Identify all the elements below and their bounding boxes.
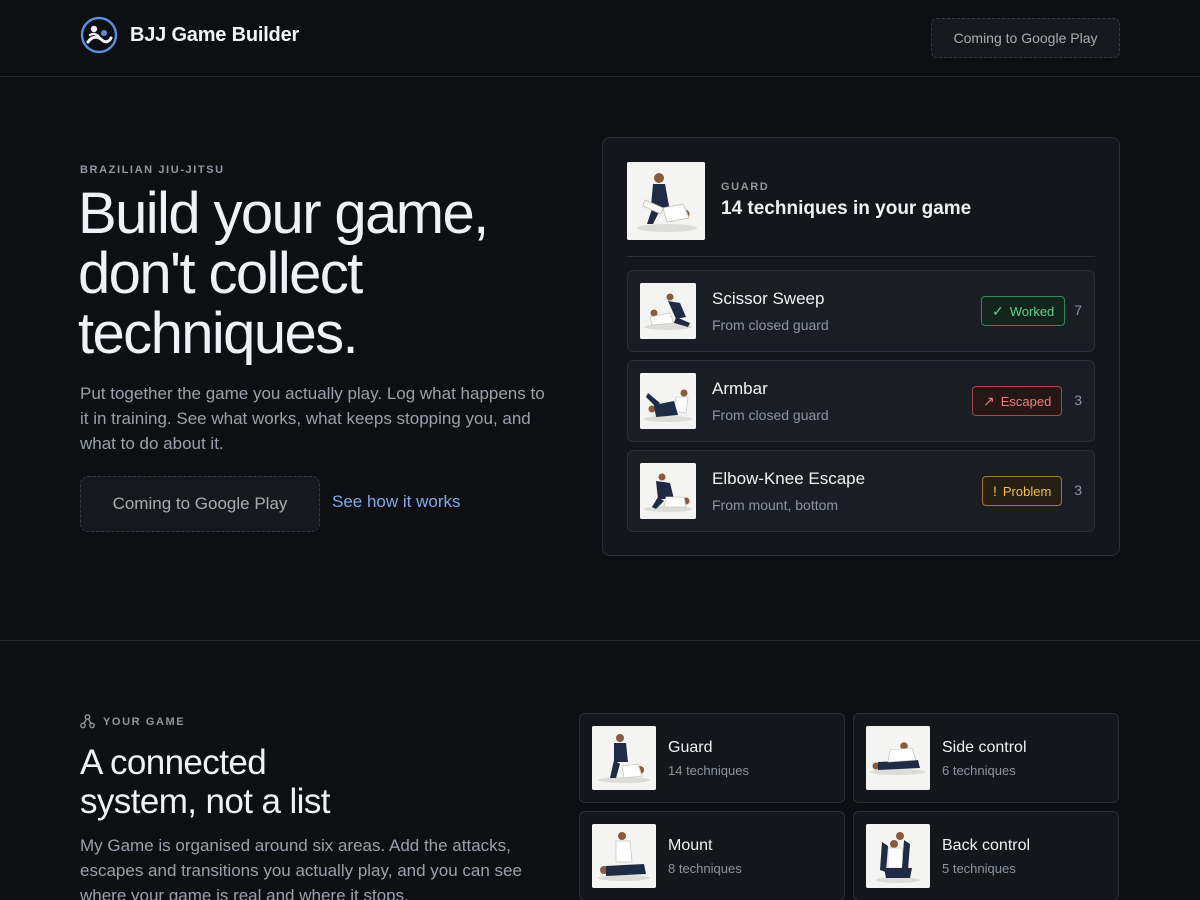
technique-name: Elbow-Knee Escape — [712, 469, 866, 488]
area-photo — [592, 726, 656, 790]
header-play-store-button[interactable]: Coming to Google Play — [931, 18, 1120, 58]
hero-title-line: techniques. — [78, 301, 359, 366]
technique-row[interactable]: Elbow-Knee Escape From mount, bottom ! P… — [627, 450, 1095, 532]
area-photo — [866, 726, 930, 790]
technique-photo — [640, 283, 696, 339]
status-badge-worked: ✓ Worked — [981, 296, 1066, 326]
area-count: 6 techniques — [942, 763, 1016, 778]
area-photo — [592, 824, 656, 888]
hero-eyebrow: BRAZILIAN JIU-JITSU — [80, 164, 225, 176]
how-it-works-link[interactable]: See how it works — [332, 492, 461, 512]
technique-count: 3 — [1074, 392, 1082, 408]
escape-arrow-icon: ↗ — [983, 392, 995, 409]
area-card-guard[interactable]: Guard 14 techniques — [579, 713, 845, 803]
top-nav: BJJ Game Builder Coming to Google Play — [0, 0, 1200, 77]
area-name: Back control — [942, 837, 1031, 854]
section-divider — [0, 640, 1200, 641]
technique-position: From closed guard — [712, 317, 829, 333]
connected-nodes-icon — [80, 714, 95, 729]
technique-count: 7 — [1074, 302, 1082, 318]
your-game-eyebrow: YOUR GAME — [103, 716, 186, 728]
area-count: 5 techniques — [942, 861, 1016, 876]
guard-photo — [627, 162, 705, 240]
status-badge-escaped: ↗ Escaped — [972, 386, 1063, 416]
technique-row[interactable]: Scissor Sweep From closed guard ✓ Worked… — [627, 270, 1095, 352]
warning-icon: ! — [993, 483, 997, 499]
technique-row[interactable]: Armbar From closed guard ↗ Escaped 3 — [627, 360, 1095, 442]
hero-title-line: Build your game, — [78, 181, 489, 246]
hero-title-line: don't collect — [78, 241, 363, 306]
preview-eyebrow: GUARD — [721, 181, 770, 193]
brand-logo-icon — [80, 16, 118, 54]
area-card-mount[interactable]: Mount 8 techniques — [579, 811, 845, 900]
your-game-description: My Game is organised around six areas. A… — [80, 836, 522, 900]
technique-photo — [640, 463, 696, 519]
area-count: 8 techniques — [668, 861, 742, 876]
your-game-title: A connected system, not a list — [80, 743, 520, 821]
area-card-back-control[interactable]: Back control 5 techniques — [853, 811, 1119, 900]
divider — [627, 256, 1095, 257]
area-card-side-control[interactable]: Side control 6 techniques — [853, 713, 1119, 803]
your-game-title-line: A connected — [80, 743, 267, 782]
status-label: Worked — [1009, 303, 1055, 319]
area-name: Side control — [942, 739, 1027, 756]
technique-name: Scissor Sweep — [712, 289, 825, 308]
status-label: Escaped — [1000, 393, 1052, 409]
hero-title: Build your game, don't collect technique… — [78, 184, 578, 364]
area-photo — [866, 824, 930, 888]
area-name: Guard — [668, 739, 713, 756]
hero-play-store-button[interactable]: Coming to Google Play — [80, 476, 320, 532]
technique-count: 3 — [1074, 482, 1082, 498]
technique-name: Armbar — [712, 379, 768, 398]
your-game-title-line: system, not a list — [80, 782, 330, 821]
hero-description: Put together the game you actually play.… — [80, 384, 545, 453]
technique-photo — [640, 373, 696, 429]
game-preview-card: GUARD 14 techniques in your game Scissor… — [602, 137, 1120, 556]
area-name: Mount — [668, 837, 713, 854]
technique-position: From mount, bottom — [712, 497, 839, 513]
status-badge-problem: ! Problem — [982, 476, 1063, 506]
technique-position: From closed guard — [712, 407, 829, 423]
area-count: 14 techniques — [668, 763, 749, 778]
status-label: Problem — [1002, 483, 1052, 499]
preview-title: 14 techniques in your game — [721, 198, 972, 219]
brand-name: BJJ Game Builder — [130, 23, 300, 46]
brand[interactable]: BJJ Game Builder — [80, 16, 299, 54]
check-icon: ✓ — [992, 302, 1004, 319]
